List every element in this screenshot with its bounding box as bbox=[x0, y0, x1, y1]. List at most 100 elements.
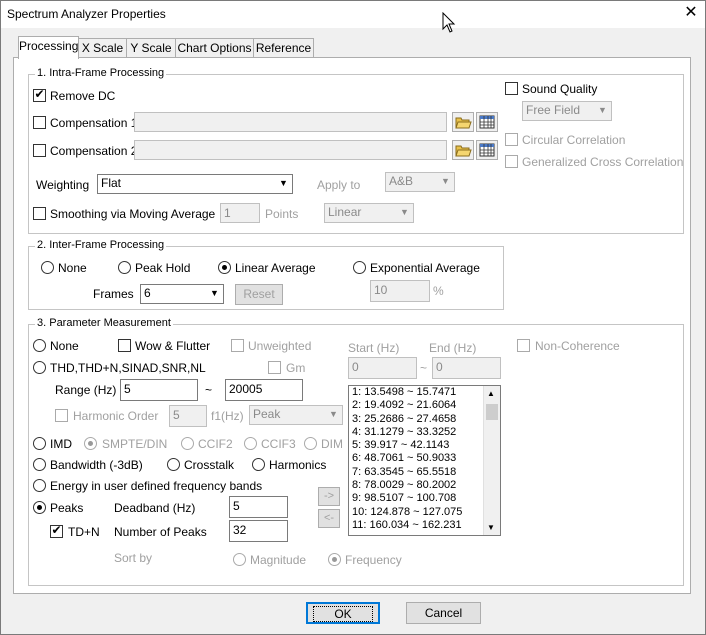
smoothing-type-select[interactable]: Linear ▼ bbox=[324, 203, 414, 223]
scroll-up-icon[interactable]: ▲ bbox=[487, 389, 495, 398]
bandwidth-label: Bandwidth (-3dB) bbox=[50, 458, 143, 472]
range-start-input[interactable]: 5 bbox=[120, 379, 198, 401]
list-item[interactable]: 11: 160.034 ~ 162.231 bbox=[349, 519, 500, 532]
list-item[interactable]: 10: 124.878 ~ 127.075 bbox=[349, 506, 500, 519]
peaks-radio[interactable] bbox=[33, 501, 46, 514]
magnitude-radio[interactable] bbox=[233, 553, 246, 566]
scroll-down-icon[interactable]: ▼ bbox=[487, 523, 495, 532]
harmonic-order-input[interactable]: 5 bbox=[169, 405, 207, 427]
tdn-checkbox[interactable]: ✔ bbox=[50, 523, 63, 538]
apply-to-select[interactable]: A&B ▼ bbox=[385, 172, 455, 192]
remove-dc-checkbox[interactable]: ✔ bbox=[33, 87, 46, 102]
sound-field-select[interactable]: Free Field ▼ bbox=[522, 101, 612, 121]
list-item[interactable]: 2: 19.4092 ~ 21.6064 bbox=[349, 399, 500, 412]
start-hz-input[interactable]: 0 bbox=[348, 357, 417, 379]
smoothing-type-value: Linear bbox=[328, 205, 362, 219]
sound-quality-checkbox[interactable] bbox=[505, 82, 518, 95]
imd-radio[interactable] bbox=[33, 437, 46, 450]
list-scrollbar[interactable]: ▲ ▼ bbox=[483, 386, 500, 535]
frames-select[interactable]: 6 ▼ bbox=[140, 284, 224, 304]
ccif2-radio[interactable] bbox=[181, 437, 194, 450]
wow-flutter-checkbox[interactable] bbox=[118, 339, 131, 352]
harmonic-order-label: Harmonic Order bbox=[73, 409, 159, 423]
num-peaks-input[interactable]: 32 bbox=[229, 520, 288, 542]
mouse-cursor-icon bbox=[442, 12, 456, 33]
list-item[interactable]: 9: 98.5107 ~ 100.708 bbox=[349, 492, 500, 505]
tab-chart-options[interactable]: Chart Options bbox=[175, 38, 254, 58]
percent-label: % bbox=[433, 284, 444, 298]
thd-radio[interactable] bbox=[33, 361, 46, 374]
ccif2-label: CCIF2 bbox=[198, 437, 233, 451]
smoothing-checkbox[interactable] bbox=[33, 207, 46, 220]
reset-button[interactable]: Reset bbox=[235, 284, 283, 305]
harmonic-order-checkbox[interactable] bbox=[55, 409, 68, 422]
frequency-radio[interactable] bbox=[328, 553, 341, 566]
linear-average-radio[interactable] bbox=[218, 261, 231, 274]
compensation1-checkbox[interactable] bbox=[33, 116, 46, 129]
tab-y-scale[interactable]: Y Scale bbox=[126, 38, 176, 58]
list-item[interactable]: 7: 63.3545 ~ 65.5518 bbox=[349, 466, 500, 479]
compensation2-label: Compensation 2 bbox=[50, 144, 138, 158]
ok-button[interactable]: OK bbox=[306, 602, 380, 624]
gcc-checkbox[interactable] bbox=[505, 155, 518, 168]
scroll-thumb[interactable] bbox=[486, 404, 498, 420]
gm-checkbox[interactable] bbox=[268, 361, 281, 374]
close-icon[interactable]: ✕ bbox=[681, 4, 701, 22]
linear-average-label: Linear Average bbox=[235, 261, 316, 275]
weighting-select[interactable]: Flat ▼ bbox=[97, 174, 293, 194]
energy-radio[interactable] bbox=[33, 479, 46, 492]
circular-correlation-checkbox[interactable] bbox=[505, 133, 518, 146]
tab-processing[interactable]: Processing bbox=[18, 36, 79, 59]
ccif3-radio[interactable] bbox=[244, 437, 257, 450]
harmonics-label: Harmonics bbox=[269, 458, 327, 472]
apply-to-value: A&B bbox=[389, 174, 414, 188]
arrow-left-button[interactable]: <- bbox=[318, 509, 340, 528]
list-item[interactable]: 3: 25.2686 ~ 27.4658 bbox=[349, 413, 500, 426]
band-list[interactable]: 1: 13.5498 ~ 15.7471 2: 19.4092 ~ 21.6064… bbox=[348, 385, 501, 536]
title-bar[interactable]: Spectrum Analyzer Properties ✕ bbox=[1, 1, 705, 28]
compensation2-path bbox=[134, 140, 447, 160]
weighting-value: Flat bbox=[101, 176, 122, 190]
deadband-input[interactable]: 5 bbox=[229, 496, 288, 518]
list-item[interactable]: 1: 13.5498 ~ 15.7471 bbox=[349, 386, 500, 399]
table-icon[interactable] bbox=[476, 112, 498, 132]
unweighted-checkbox[interactable] bbox=[231, 339, 244, 352]
end-hz-input[interactable]: 0 bbox=[432, 357, 501, 379]
dim-radio[interactable] bbox=[304, 437, 317, 450]
f1-select[interactable]: Peak ▼ bbox=[249, 405, 343, 425]
param-none-radio[interactable] bbox=[33, 339, 46, 352]
folder-open-icon[interactable] bbox=[452, 140, 474, 160]
smoothing-points-input[interactable]: 1 bbox=[220, 203, 260, 223]
non-coherence-label: Non-Coherence bbox=[535, 339, 620, 353]
folder-open-icon[interactable] bbox=[452, 112, 474, 132]
param-none-label: None bbox=[50, 339, 79, 353]
range-end-input[interactable]: 20005 bbox=[225, 379, 303, 401]
unweighted-label: Unweighted bbox=[248, 339, 312, 353]
none-label: None bbox=[58, 261, 87, 275]
cancel-button[interactable]: Cancel bbox=[406, 602, 481, 624]
tab-x-scale[interactable]: X Scale bbox=[78, 38, 127, 58]
list-item[interactable]: 5: 39.917 ~ 42.1143 bbox=[349, 439, 500, 452]
bandwidth-radio[interactable] bbox=[33, 458, 46, 471]
crosstalk-radio[interactable] bbox=[167, 458, 180, 471]
peak-hold-radio[interactable] bbox=[118, 261, 131, 274]
exp-average-input[interactable]: 10 bbox=[370, 280, 430, 302]
table-icon[interactable] bbox=[476, 140, 498, 160]
thd-label: THD,THD+N,SINAD,SNR,NL bbox=[50, 361, 206, 375]
none-radio[interactable] bbox=[41, 261, 54, 274]
list-item[interactable]: 6: 48.7061 ~ 50.9033 bbox=[349, 452, 500, 465]
exponential-average-radio[interactable] bbox=[353, 261, 366, 274]
intra-frame-label: 1. Intra-Frame Processing bbox=[35, 67, 167, 79]
list-item[interactable]: 4: 31.1279 ~ 33.3252 bbox=[349, 426, 500, 439]
circular-correlation-label: Circular Correlation bbox=[522, 133, 626, 147]
harmonics-radio[interactable] bbox=[252, 458, 265, 471]
band-rows: 1: 13.5498 ~ 15.7471 2: 19.4092 ~ 21.6064… bbox=[349, 386, 500, 532]
remove-dc-label: Remove DC bbox=[50, 89, 116, 103]
ccif3-label: CCIF3 bbox=[261, 437, 296, 451]
smpte-radio[interactable] bbox=[84, 437, 97, 450]
tab-reference[interactable]: Reference bbox=[253, 38, 314, 58]
non-coherence-checkbox[interactable] bbox=[517, 339, 530, 352]
compensation2-checkbox[interactable] bbox=[33, 144, 46, 157]
arrow-right-button[interactable]: -> bbox=[318, 487, 340, 506]
list-item[interactable]: 8: 78.0029 ~ 80.2002 bbox=[349, 479, 500, 492]
